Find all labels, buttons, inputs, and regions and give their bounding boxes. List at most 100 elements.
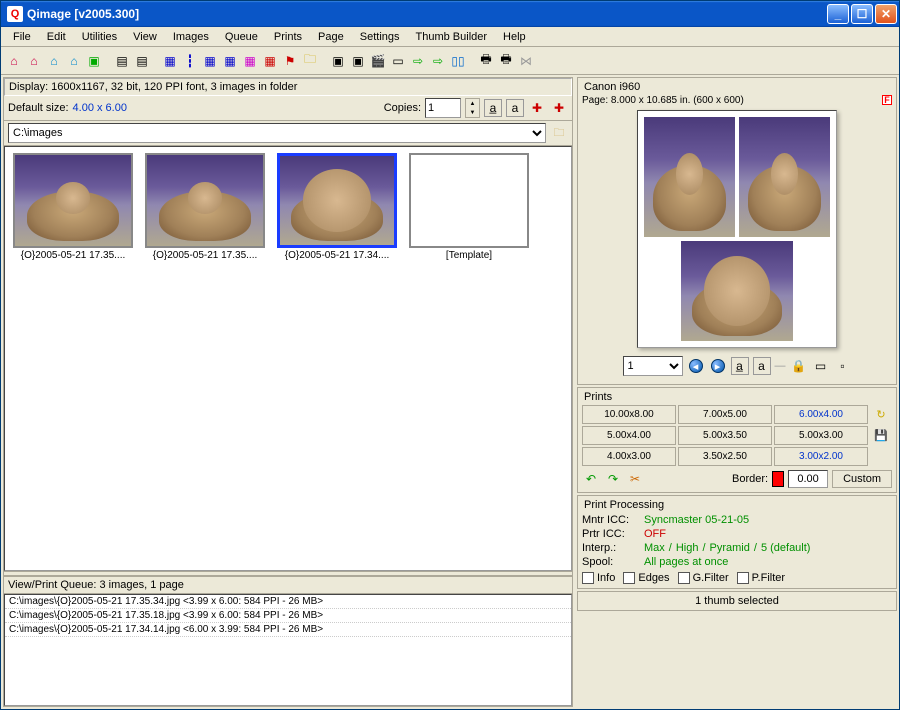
print-processing-fieldset: Print Processing Mntr ICC:Syncmaster 05-… — [577, 495, 897, 589]
tb-misc-1[interactable]: ▣ — [329, 52, 347, 70]
plus-multi-icon[interactable]: ✚ — [550, 99, 568, 117]
size-btn[interactable]: 5.00x3.50 — [678, 426, 772, 445]
queue-item[interactable]: C:\images\{O}2005-05-21 17.35.18.jpg <3.… — [5, 609, 571, 623]
menu-view[interactable]: View — [125, 29, 165, 45]
interp-max[interactable]: Max — [644, 542, 665, 554]
tb-icon-3[interactable]: ⌂ — [45, 52, 63, 70]
tb-printer-setup-icon[interactable]: 🖶 — [477, 52, 495, 70]
tb-film-icon[interactable]: ▭ — [389, 52, 407, 70]
default-size-link[interactable]: 4.00 x 6.00 — [73, 102, 127, 114]
size-btn[interactable]: 5.00x3.00 — [774, 426, 868, 445]
app-window: Q Qimage [v2005.300] _ ☐ ✕ File Edit Uti… — [0, 0, 900, 710]
maximize-button[interactable]: ☐ — [851, 4, 873, 24]
size-btn[interactable]: 3.50x2.50 — [678, 447, 772, 466]
a-icon[interactable]: a — [506, 99, 524, 117]
copies-input[interactable] — [425, 98, 461, 118]
size-btn[interactable]: 7.00x5.00 — [678, 405, 772, 424]
queue-header: View/Print Queue: 3 images, 1 page — [4, 577, 572, 594]
menu-images[interactable]: Images — [165, 29, 217, 45]
copies-spinner[interactable]: ▲▼ — [465, 98, 480, 118]
page-preview[interactable] — [637, 110, 837, 348]
plus-icon[interactable]: ✚ — [528, 99, 546, 117]
queue-list[interactable]: C:\images\{O}2005-05-21 17.35.34.jpg <3.… — [4, 594, 572, 706]
queue-item[interactable]: C:\images\{O}2005-05-21 17.35.34.jpg <3.… — [5, 595, 571, 609]
tb-icon-2[interactable]: ⌂ — [25, 52, 43, 70]
save-icon[interactable]: 💾 — [870, 426, 892, 445]
menu-settings[interactable]: Settings — [352, 29, 408, 45]
tb-flag-icon[interactable]: ⚑ — [281, 52, 299, 70]
close-button[interactable]: ✕ — [875, 4, 897, 24]
size-btn[interactable]: 4.00x3.00 — [582, 447, 676, 466]
tb-icon-4[interactable]: ⌂ — [65, 52, 83, 70]
tb-import-icon[interactable]: ⇨ — [429, 52, 447, 70]
tb-misc-2[interactable]: ▣ — [349, 52, 367, 70]
thumbs-area[interactable]: {O}2005-05-21 17.35.... {O}2005-05-21 17… — [4, 146, 572, 571]
refresh-icon[interactable]: ↻ — [870, 405, 892, 424]
content-area: Display: 1600x1167, 32 bit, 120 PPI font… — [1, 75, 899, 709]
thumb-item[interactable]: {O}2005-05-21 17.35.... — [143, 153, 267, 261]
prev-page-icon[interactable]: ◂ — [687, 357, 705, 375]
size-btn[interactable]: 5.00x4.00 — [582, 426, 676, 445]
a-filter-icon[interactable]: a̲ — [484, 99, 502, 117]
tb-link-icon[interactable]: ⋈ — [517, 52, 535, 70]
menu-page[interactable]: Page — [310, 29, 352, 45]
tb-icon-5[interactable]: ▣ — [85, 52, 103, 70]
path-select[interactable]: C:\images — [8, 123, 546, 143]
page-select[interactable]: 1 — [623, 356, 683, 376]
tb-grid-3[interactable]: ▦ — [201, 52, 219, 70]
mntr-icc-value[interactable]: Syncmaster 05-21-05 — [644, 514, 749, 526]
tb-grid-4[interactable]: ▦ — [221, 52, 239, 70]
interp-pyramid[interactable]: Pyramid — [710, 542, 750, 554]
page-info: Page: 8.000 x 10.685 in. (600 x 600) — [582, 95, 876, 106]
tb-grid-2[interactable]: ┇ — [181, 52, 199, 70]
border-color-swatch[interactable] — [772, 471, 784, 487]
thumb-template[interactable]: [Template] — [407, 153, 531, 261]
queue-item[interactable]: C:\images\{O}2005-05-21 17.34.14.jpg <6.… — [5, 623, 571, 637]
menu-utilities[interactable]: Utilities — [74, 29, 125, 45]
tb-grid-1[interactable]: ▦ — [161, 52, 179, 70]
prtr-icc-value[interactable]: OFF — [644, 528, 666, 540]
menu-prints[interactable]: Prints — [266, 29, 310, 45]
minimize-button[interactable]: _ — [827, 4, 849, 24]
cb-edges[interactable]: Edges — [623, 572, 669, 584]
a-plain-icon[interactable]: a — [753, 357, 771, 375]
border-input[interactable] — [788, 470, 828, 488]
interp-default[interactable]: 5 (default) — [761, 542, 811, 554]
interp-high[interactable]: High — [676, 542, 699, 554]
lock-icon[interactable]: 🔒 — [790, 357, 808, 375]
blank-page-icon[interactable]: ▫ — [834, 357, 852, 375]
tb-doc-2[interactable]: ▤ — [133, 52, 151, 70]
tb-doc-1[interactable]: ▤ — [113, 52, 131, 70]
menu-file[interactable]: File — [5, 29, 39, 45]
cb-info[interactable]: Info — [582, 572, 615, 584]
menu-thumb-builder[interactable]: Thumb Builder — [408, 29, 496, 45]
tb-grid-6[interactable]: ▦ — [261, 52, 279, 70]
tb-layout-icon[interactable]: ▯▯ — [449, 52, 467, 70]
menu-help[interactable]: Help — [495, 29, 534, 45]
cb-gfilter[interactable]: G.Filter — [678, 572, 729, 584]
spool-value[interactable]: All pages at once — [644, 556, 728, 568]
menu-queue[interactable]: Queue — [217, 29, 266, 45]
tb-icon-1[interactable]: ⌂ — [5, 52, 23, 70]
tb-export-icon[interactable]: ⇨ — [409, 52, 427, 70]
size-btn[interactable]: 10.00x8.00 — [582, 405, 676, 424]
rotate-ccw-icon[interactable]: ↶ — [582, 470, 600, 488]
tb-clapper-icon[interactable]: 🎬 — [369, 52, 387, 70]
tb-print-icon[interactable]: 🖶 — [497, 52, 515, 70]
thumb-item-selected[interactable]: {O}2005-05-21 17.34.... — [275, 153, 399, 261]
thumb-item[interactable]: {O}2005-05-21 17.35.... — [11, 153, 135, 261]
flag-icon[interactable]: F — [882, 95, 892, 105]
size-btn[interactable]: 3.00x2.00 — [774, 447, 868, 466]
rotate-cw-icon[interactable]: ↷ — [604, 470, 622, 488]
next-page-icon[interactable]: ▸ — [709, 357, 727, 375]
scissors-icon[interactable]: ✂ — [626, 470, 644, 488]
a-underline-icon[interactable]: a̲ — [731, 357, 749, 375]
page-icon[interactable]: ▭ — [812, 357, 830, 375]
cb-pfilter[interactable]: P.Filter — [737, 572, 785, 584]
tb-grid-5[interactable]: ▦ — [241, 52, 259, 70]
tb-folder-icon[interactable]: 🗀 — [301, 52, 319, 70]
size-btn[interactable]: 6.00x4.00 — [774, 405, 868, 424]
menu-edit[interactable]: Edit — [39, 29, 74, 45]
custom-button[interactable]: Custom — [832, 470, 892, 488]
browse-folder-icon[interactable]: 🗀 — [550, 124, 568, 142]
